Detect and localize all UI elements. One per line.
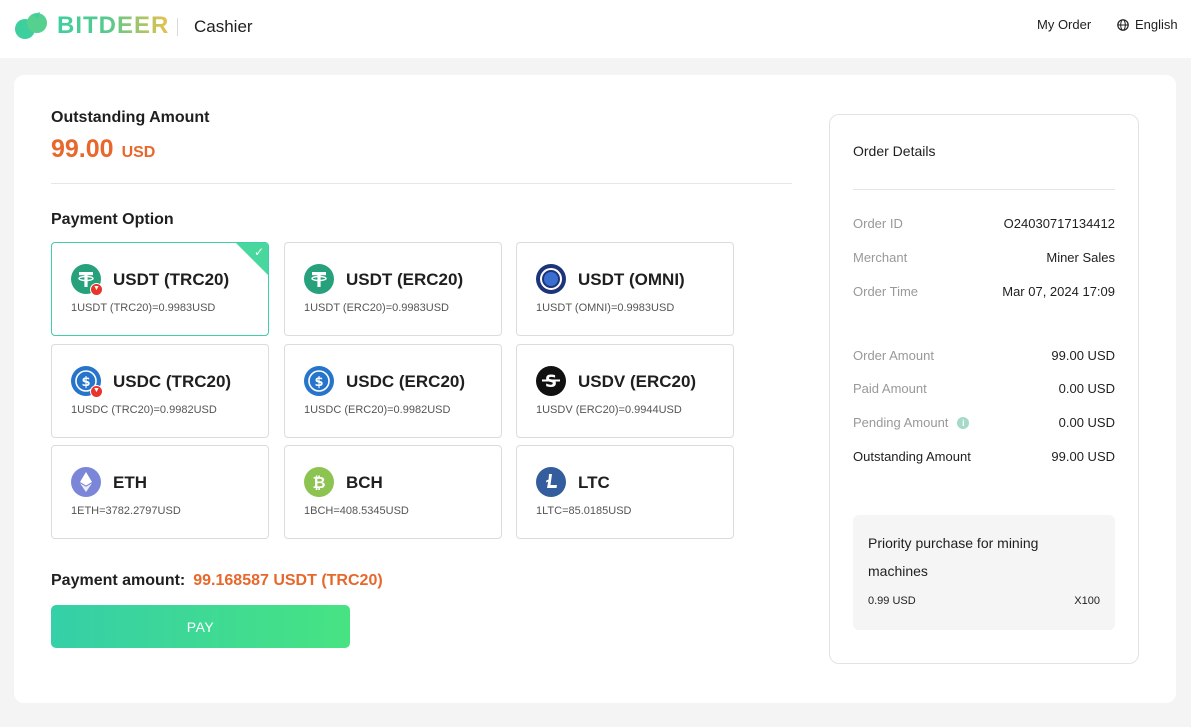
order-amount-row: Order Amount 99.00 USD: [853, 348, 1115, 363]
option-rate: 1USDV (ERC20)=0.9944USD: [536, 404, 682, 416]
payment-amount: Payment amount: 99.168587 USDT (TRC20): [51, 572, 383, 590]
payment-option-bch[interactable]: ₿ BCH 1BCH=408.5345USD: [284, 445, 502, 539]
usdc-icon: $: [304, 366, 334, 396]
payment-option-usdc-erc20[interactable]: $ USDC (ERC20) 1USDC (ERC20)=0.9982USD: [284, 344, 502, 438]
page-title: Cashier: [194, 17, 253, 36]
order-time-label: Order Time: [853, 284, 919, 299]
promo-card: Priority purchase for mining machines 0.…: [853, 515, 1115, 630]
order-details-title: Order Details: [853, 143, 936, 159]
outstanding-amount-row-label: Outstanding Amount: [853, 449, 971, 464]
payment-option-ltc[interactable]: LTC 1LTC=85.0185USD: [516, 445, 734, 539]
payment-option-label: Payment Option: [51, 211, 174, 228]
payment-option-usdt-omni[interactable]: USDT (OMNI) 1USDT (OMNI)=0.9983USD: [516, 242, 734, 336]
option-name: USDT (ERC20): [346, 270, 464, 289]
option-rate: 1USDT (ERC20)=0.9983USD: [304, 302, 449, 314]
header-divider: [177, 18, 178, 36]
option-name: USDT (OMNI): [578, 270, 685, 289]
svg-text:$: $: [81, 375, 90, 390]
outstanding-amount-number: 99.00: [51, 135, 114, 163]
language-selector[interactable]: English: [1117, 17, 1178, 32]
option-name: ETH: [113, 473, 147, 492]
outstanding-amount-row: Outstanding Amount 99.00 USD: [853, 449, 1115, 464]
option-name: USDT (TRC20): [113, 270, 230, 289]
option-rate: 1USDT (TRC20)=0.9983USD: [71, 302, 216, 314]
top-bar: BITDEER Cashier My Order English: [0, 0, 1191, 58]
merchant-label: Merchant: [853, 250, 908, 265]
svg-text:$: $: [314, 375, 323, 390]
option-name: USDC (ERC20): [346, 372, 466, 391]
order-id-label: Order ID: [853, 216, 903, 231]
bch-icon: ₿: [304, 467, 334, 497]
option-rate: 1USDT (OMNI)=0.9983USD: [536, 302, 675, 314]
eth-icon: [71, 467, 101, 497]
option-rate: 1USDC (ERC20)=0.9982USD: [304, 404, 451, 416]
order-amount-label: Order Amount: [853, 348, 934, 363]
order-details-panel: Order Details Order ID O24030717134412 M…: [829, 114, 1139, 664]
outstanding-amount-label: Outstanding Amount: [51, 109, 210, 126]
payment-option-usdt-erc20[interactable]: USDT (ERC20) 1USDT (ERC20)=0.9983USD: [284, 242, 502, 336]
language-label: English: [1135, 17, 1178, 32]
merchant-value: Miner Sales: [1046, 250, 1115, 265]
payment-amount-label: Payment amount:: [51, 572, 186, 589]
option-name: USDV (ERC20): [578, 372, 697, 391]
option-name: BCH: [346, 473, 383, 492]
order-time-row: Order Time Mar 07, 2024 17:09: [853, 284, 1115, 299]
paid-amount-label: Paid Amount: [853, 381, 927, 396]
pay-button[interactable]: PAY: [51, 605, 350, 648]
option-name: LTC: [578, 473, 610, 492]
promo-quantity: X100: [1074, 595, 1100, 607]
ltc-icon: [536, 467, 566, 497]
payment-amount-value: 99.168587 USDT (TRC20): [193, 572, 383, 589]
tether-icon: [304, 264, 334, 294]
promo-price: 0.99 USD: [868, 595, 916, 607]
svg-text:₿: ₿: [312, 473, 325, 492]
promo-title: Priority purchase for mining machines: [868, 535, 1039, 579]
omni-icon: [536, 264, 566, 294]
payment-option-usdt-trc20[interactable]: ▼ USDT (TRC20) 1USDT (TRC20)=0.9983USD ✓: [51, 242, 269, 336]
bitdeer-logo-text: BITDEER: [57, 12, 170, 39]
bitdeer-logo-icon: [15, 12, 47, 39]
outstanding-amount-currency: USD: [121, 144, 156, 161]
option-rate: 1USDC (TRC20)=0.9982USD: [71, 404, 217, 416]
order-details-divider: [853, 189, 1115, 190]
paid-amount-value: 0.00 USD: [1058, 381, 1115, 396]
option-rate: 1BCH=408.5345USD: [304, 505, 409, 517]
tron-badge-icon: ▼: [90, 385, 103, 398]
payment-option-usdc-trc20[interactable]: $ ▼ USDC (TRC20) 1USDC (TRC20)=0.9982USD: [51, 344, 269, 438]
my-order-link[interactable]: My Order: [1037, 17, 1091, 32]
pending-amount-value: 0.00 USD: [1058, 415, 1115, 430]
bitdeer-logo[interactable]: BITDEER: [13, 11, 169, 41]
order-time-value: Mar 07, 2024 17:09: [1002, 284, 1115, 299]
section-divider: [51, 183, 792, 184]
info-icon[interactable]: i: [957, 416, 970, 429]
payment-option-eth[interactable]: ETH 1ETH=3782.2797USD: [51, 445, 269, 539]
merchant-row: Merchant Miner Sales: [853, 250, 1115, 265]
usdv-icon: S: [536, 366, 566, 396]
order-amount-value: 99.00 USD: [1051, 348, 1115, 363]
order-id-row: Order ID O24030717134412: [853, 216, 1115, 231]
option-rate: 1LTC=85.0185USD: [536, 505, 632, 517]
payment-option-usdv-erc20[interactable]: S USDV (ERC20) 1USDV (ERC20)=0.9944USD: [516, 344, 734, 438]
pending-amount-label: Pending Amount: [853, 415, 949, 430]
outstanding-amount-value: 99.00 USD: [51, 135, 155, 164]
paid-amount-row: Paid Amount 0.00 USD: [853, 381, 1115, 396]
outstanding-amount-row-value: 99.00 USD: [1051, 449, 1115, 464]
pending-amount-label-wrap: Pending Amount i: [853, 415, 970, 430]
check-icon: ✓: [253, 245, 264, 259]
cashier-card: Outstanding Amount 99.00 USD Payment Opt…: [14, 75, 1176, 703]
svg-text:S: S: [545, 372, 557, 392]
option-name: USDC (TRC20): [113, 372, 232, 391]
pending-amount-row: Pending Amount i 0.00 USD: [853, 415, 1115, 430]
order-id-value: O24030717134412: [1003, 216, 1115, 231]
globe-icon: [1117, 18, 1129, 31]
tron-badge-icon: ▼: [90, 283, 103, 296]
option-rate: 1ETH=3782.2797USD: [71, 505, 181, 517]
